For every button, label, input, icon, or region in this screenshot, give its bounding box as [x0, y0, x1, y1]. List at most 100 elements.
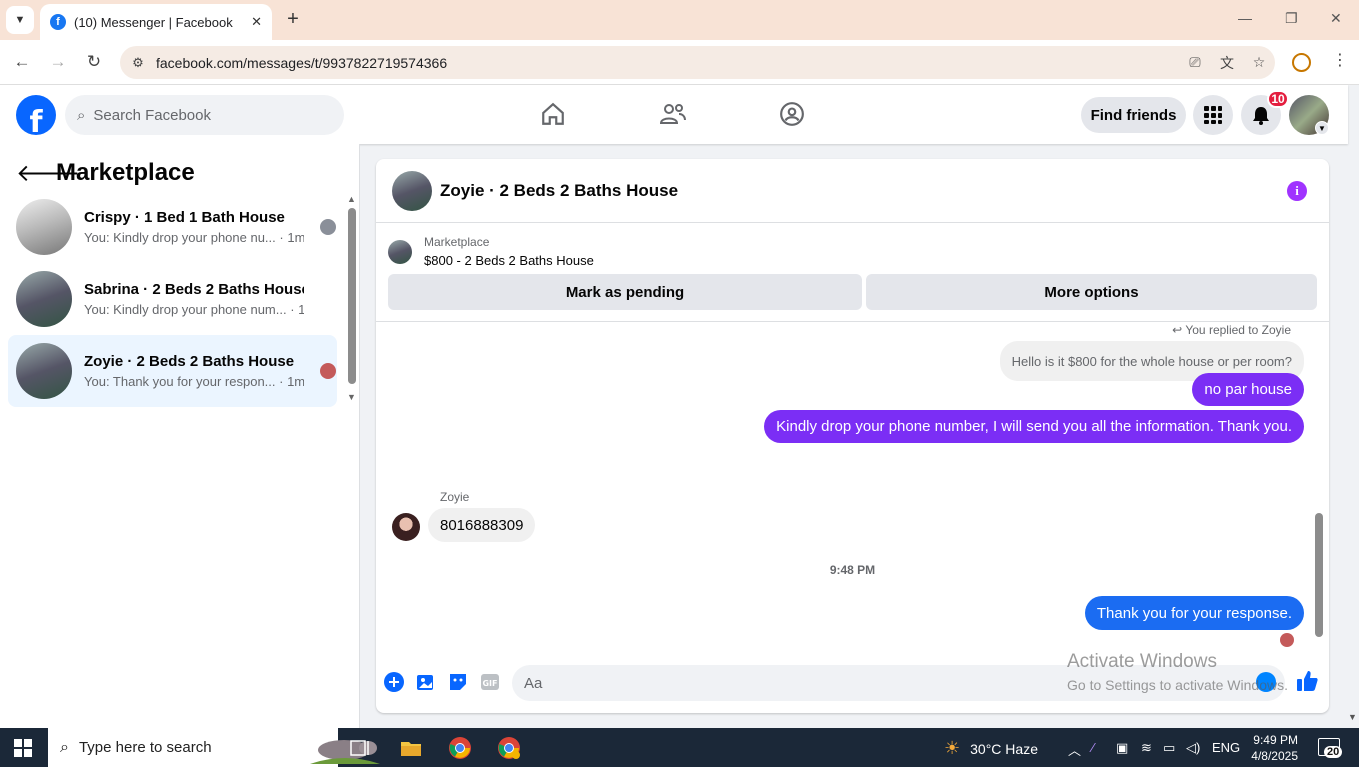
conversation-time: · 1m [279, 230, 304, 245]
find-friends-button[interactable]: Find friends [1081, 97, 1186, 133]
menu-grid-icon[interactable] [1193, 95, 1233, 135]
seen-avatar [320, 363, 336, 379]
mark-as-pending-button[interactable]: Mark as pending [388, 274, 862, 310]
facebook-search-box[interactable]: ⌕ Search Facebook [65, 95, 344, 135]
sidebar-scrollbar[interactable] [348, 208, 356, 384]
add-plus-icon[interactable] [384, 672, 406, 694]
conversation-time: · 1m [279, 374, 304, 389]
translate-icon[interactable]: 文 [1211, 53, 1243, 73]
conversation-name: Sabrina · 2 Beds 2 Baths House [84, 281, 304, 298]
home-icon[interactable] [538, 99, 568, 129]
weather-widget[interactable]: ☀ 30°C Haze [944, 738, 1038, 759]
forward-icon[interactable]: → [47, 52, 69, 72]
chrome-profile-taskbar-icon[interactable] [497, 736, 521, 760]
task-view-icon[interactable] [348, 736, 372, 760]
message-timestamp: 9:48 PM [829, 563, 876, 577]
windows-start-icon[interactable] [14, 739, 32, 757]
conversation-item[interactable]: Sabrina · 2 Beds 2 Baths House You: Kind… [8, 263, 337, 335]
minimize-icon[interactable]: — [1238, 10, 1252, 26]
sidebar-title: Marketplace [56, 159, 195, 186]
outgoing-message[interactable]: Thank you for your response. [1084, 596, 1304, 630]
install-app-icon[interactable]: ⎚ [1179, 54, 1211, 71]
thumbs-up-icon[interactable] [1295, 669, 1319, 698]
volume-icon[interactable]: ◁) [1186, 740, 1200, 756]
outgoing-message[interactable]: Kindly drop your phone number, I will se… [764, 410, 1304, 443]
search-icon: ⌕ [60, 738, 69, 756]
windows-taskbar: ⌕ Type here to search ☀ 30°C Haze ︿ ⁄ ▣ … [0, 728, 1359, 767]
conversation-time: · 1m [290, 302, 304, 317]
clock-date: 4/8/2025 [1251, 749, 1298, 763]
restore-icon[interactable]: ❐ [1285, 10, 1298, 27]
url-text[interactable]: facebook.com/messages/t/9937822719574366 [156, 55, 1179, 71]
conversation-item-active[interactable]: Zoyie · 2 Beds 2 Baths House You: Thank … [8, 335, 337, 407]
meet-now-icon[interactable]: ▣ [1116, 740, 1128, 756]
search-icon: ⌕ [77, 106, 86, 124]
address-bar[interactable]: ⚙ facebook.com/messages/t/99378227195743… [120, 46, 1275, 79]
clock-time: 9:49 PM [1253, 733, 1298, 747]
conversation-item[interactable]: Crispy · 1 Bed 1 Bath House You: Kindly … [8, 191, 337, 263]
listing-thumbnail [16, 271, 72, 327]
notification-badge: 10 [1267, 90, 1289, 108]
chrome-menu-icon[interactable]: ⋮ [1332, 50, 1348, 70]
chevron-down-icon: ▼ [14, 14, 26, 26]
sender-name: Zoyie [440, 490, 470, 504]
activate-windows-watermark: Activate Windows Go to Settings to activ… [1067, 651, 1288, 693]
listing-thumbnail [16, 199, 72, 255]
network-icon[interactable]: ≋ [1141, 740, 1152, 756]
listing-thumbnail [388, 239, 412, 264]
marketplace-label: Marketplace [424, 235, 490, 249]
language-indicator[interactable]: ENG [1212, 740, 1240, 755]
photo-gallery-icon[interactable] [416, 672, 438, 694]
battery-icon[interactable]: ▭ [1163, 740, 1175, 756]
conversation-snippet: You: Thank you for your respon... [84, 374, 276, 389]
close-window-icon[interactable]: ✕ [1330, 10, 1342, 27]
chat-title[interactable]: Zoyie · 2 Beds 2 Baths House [440, 181, 678, 201]
groups-icon[interactable] [777, 99, 807, 129]
taskbar-clock[interactable]: 9:49 PM 4/8/2025 [1248, 732, 1298, 764]
account-caret-icon[interactable]: ▼ [1315, 121, 1329, 135]
chat-header: Zoyie · 2 Beds 2 Baths House i [376, 159, 1329, 223]
listing-info[interactable]: Marketplace $800 - 2 Beds 2 Baths House [388, 235, 594, 268]
site-info-icon[interactable]: ⚙ [120, 55, 156, 71]
taskbar-search-box[interactable]: ⌕ Type here to search [48, 728, 380, 767]
scroll-up-icon[interactable]: ▲ [347, 194, 356, 204]
sticker-icon[interactable] [448, 672, 470, 694]
show-hidden-icons-icon[interactable]: ︿ [1068, 740, 1081, 759]
gif-icon[interactable]: GIF [480, 672, 502, 694]
file-explorer-icon[interactable] [399, 736, 423, 760]
back-arrow-icon[interactable]: 🡐 [16, 158, 80, 188]
chat-panel: Zoyie · 2 Beds 2 Baths House i Marketpla… [376, 159, 1329, 713]
weather-text: 30°C Haze [970, 740, 1038, 757]
chrome-taskbar-icon[interactable] [448, 736, 472, 760]
new-tab-button[interactable]: + [282, 8, 304, 30]
page-scroll-down-icon[interactable]: ▼ [1348, 712, 1357, 722]
conversation-snippet: You: Kindly drop your phone nu... [84, 230, 276, 245]
pen-app-icon[interactable]: ⁄ [1092, 740, 1094, 755]
facebook-logo-icon[interactable]: f [16, 95, 56, 135]
watermark-line2: Go to Settings to activate Windows. [1067, 677, 1288, 693]
conversation-name: Zoyie · 2 Beds 2 Baths House [84, 353, 295, 370]
back-icon[interactable]: ← [11, 52, 33, 72]
info-icon[interactable]: i [1287, 181, 1307, 201]
outgoing-message[interactable]: no par house [1192, 373, 1304, 406]
scroll-down-icon[interactable]: ▼ [347, 392, 356, 402]
reload-icon[interactable]: ↻ [83, 52, 105, 72]
close-tab-icon[interactable]: ✕ [251, 14, 262, 30]
replied-to-text: You replied to Zoyie [1185, 323, 1291, 337]
browser-tab[interactable]: f (10) Messenger | Facebook ✕ [40, 4, 272, 40]
sender-avatar[interactable] [392, 513, 420, 541]
weather-haze-icon: ☀ [944, 738, 961, 758]
chat-scrollbar[interactable] [1315, 513, 1323, 637]
friends-icon[interactable] [658, 99, 688, 129]
replied-to-label: ↩ You replied to Zoyie [1172, 323, 1291, 337]
tab-title: (10) Messenger | Facebook [74, 14, 233, 30]
read-receipt-avatar [1280, 633, 1294, 647]
bookmark-star-icon[interactable]: ☆ [1243, 54, 1275, 71]
reply-icon: ↩ [1172, 323, 1183, 337]
chat-avatar[interactable] [392, 170, 432, 211]
more-options-button[interactable]: More options [866, 274, 1317, 310]
incoming-message[interactable]: 8016888309 [428, 508, 536, 542]
tab-search-button[interactable]: ▼ [6, 6, 34, 34]
facebook-header: f ⌕ Search Facebook Find friends 10 ▼ [0, 85, 1348, 144]
chrome-profile-icon[interactable] [1292, 53, 1311, 72]
